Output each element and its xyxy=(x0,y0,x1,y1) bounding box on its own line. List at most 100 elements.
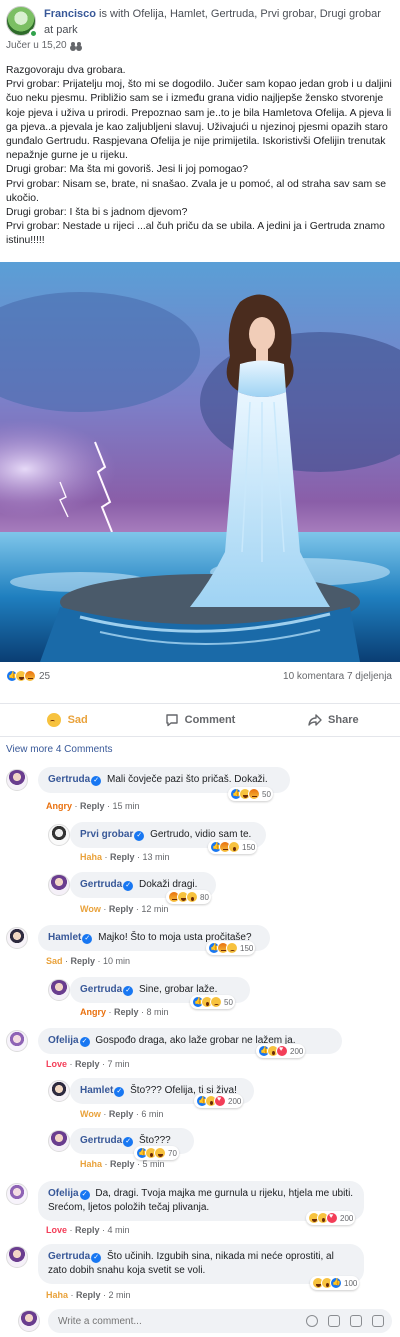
comment-reaction-count: 50 xyxy=(224,997,233,1007)
comment-text: Sine, grobar laže. xyxy=(139,984,218,995)
my-reaction-label[interactable]: Love xyxy=(46,1059,67,1069)
comment-icon xyxy=(165,714,178,727)
reply-link[interactable]: Reply xyxy=(71,956,96,966)
view-more-comments-link[interactable]: View more 4 Comments xyxy=(6,744,113,755)
reply-link[interactable]: Reply xyxy=(110,852,135,862)
reply-link[interactable]: Reply xyxy=(109,904,134,914)
reply-link[interactable]: Reply xyxy=(76,1290,101,1300)
angry-reaction-icon xyxy=(248,788,260,800)
reply-link[interactable]: Reply xyxy=(75,1059,100,1069)
commenter-avatar[interactable] xyxy=(48,1080,70,1102)
reply-link[interactable]: Reply xyxy=(109,1109,134,1119)
share-button[interactable]: Share xyxy=(267,704,400,736)
commenter-name[interactable]: Hamlet xyxy=(80,1085,113,1096)
emoji-icon[interactable] xyxy=(306,1315,318,1327)
commenter-avatar[interactable] xyxy=(6,769,28,791)
sad-reaction-button[interactable]: Sad xyxy=(0,704,133,736)
reaction-summary[interactable]: 25 xyxy=(6,670,50,682)
my-reaction-label[interactable]: Angry xyxy=(46,801,72,811)
comment-reaction-count: 80 xyxy=(200,892,209,902)
comment-text: Gertrudo, vidio sam te. xyxy=(150,829,252,840)
comment-time[interactable]: 2 min xyxy=(109,1290,131,1300)
comment-reactions[interactable]: 80 xyxy=(166,890,211,904)
author-name[interactable]: Francisco xyxy=(44,8,96,20)
comment-button[interactable]: Comment xyxy=(133,704,266,736)
reply-link[interactable]: Reply xyxy=(80,801,105,811)
comment-time[interactable]: 7 min xyxy=(108,1059,130,1069)
sad-icon xyxy=(45,712,62,728)
post-stats: 25 10 komentara 7 djeljenja xyxy=(0,662,400,690)
comment: Hamlet ✓ Majko! Što to moja usta pročitaš… xyxy=(6,925,394,971)
comment: Gertruda ✓ Što učinih. Izgubih sina, nika… xyxy=(6,1244,394,1304)
commenter-name[interactable]: Ofelija xyxy=(48,1188,79,1199)
commenter-name[interactable]: Hamlet xyxy=(48,932,81,943)
commenter-name[interactable]: Gertruda xyxy=(48,774,90,785)
comment-time[interactable]: 8 min xyxy=(147,1007,169,1017)
comment-reactions[interactable]: 70 xyxy=(134,1146,179,1160)
reply-link[interactable]: Reply xyxy=(114,1007,139,1017)
sad-button-label: Sad xyxy=(67,714,88,726)
commenter-avatar[interactable] xyxy=(6,1183,28,1205)
post-image[interactable] xyxy=(0,262,400,662)
my-reaction-label[interactable]: Wow xyxy=(80,1109,101,1119)
sticker-icon[interactable] xyxy=(372,1315,384,1327)
my-reaction-label[interactable]: Wow xyxy=(80,904,101,914)
verified-icon: ✓ xyxy=(79,1037,90,1047)
post-action-bar: Sad Comment Share xyxy=(0,703,400,737)
comment-reactions[interactable]: 100 xyxy=(310,1276,360,1290)
wow-reaction-icon xyxy=(228,841,240,853)
my-reaction-label[interactable]: Love xyxy=(46,1225,67,1235)
comment-reactions[interactable]: 150 xyxy=(206,941,256,955)
comment-time[interactable]: 10 min xyxy=(103,956,130,966)
commenter-avatar[interactable] xyxy=(48,874,70,896)
commenter-avatar[interactable] xyxy=(6,927,28,949)
my-reaction-label[interactable]: Angry xyxy=(80,1007,106,1017)
comment-time[interactable]: 4 min xyxy=(108,1225,130,1235)
camera-icon[interactable] xyxy=(328,1315,340,1327)
comment-reaction-count: 50 xyxy=(262,789,271,799)
comment-time[interactable]: 12 min xyxy=(141,904,168,914)
comment-time[interactable]: 6 min xyxy=(141,1109,163,1119)
commenter-name[interactable]: Gertruda xyxy=(48,1251,90,1262)
comment-reaction-count: 70 xyxy=(168,1148,177,1158)
post-time[interactable]: Jučer u 15,20 xyxy=(6,40,67,51)
reply-link[interactable]: Reply xyxy=(75,1225,100,1235)
commenter-avatar[interactable] xyxy=(6,1246,28,1268)
commenter-name[interactable]: Gertruda xyxy=(80,879,122,890)
comment-time[interactable]: 13 min xyxy=(143,852,170,862)
commenter-avatar[interactable] xyxy=(48,1130,70,1152)
my-reaction-label[interactable]: Haha xyxy=(80,852,102,862)
post-author-line: Francisco is with Ofelija, Hamlet, Gertr… xyxy=(44,6,384,38)
comment: Ofelija ✓ Da, dragi. Tvoja majka me gurnu… xyxy=(6,1181,394,1241)
comment-reactions[interactable]: 50 xyxy=(228,787,273,801)
my-reaction-label[interactable]: Sad xyxy=(46,956,63,966)
reply-link[interactable]: Reply xyxy=(110,1159,135,1169)
comment-reactions[interactable]: 200 xyxy=(194,1094,244,1108)
comment-reply: Prvi grobar✓ Gertrudo, vidio sam te. 150… xyxy=(48,822,394,870)
commenter-avatar[interactable] xyxy=(6,1030,28,1052)
comment-meta: Haha · Reply · 5 min xyxy=(80,1159,165,1169)
comment-composer xyxy=(0,1305,400,1337)
commenter-name[interactable]: Prvi grobar xyxy=(80,829,133,840)
my-reaction-label[interactable]: Haha xyxy=(46,1290,68,1300)
commenter-name[interactable]: Ofelija xyxy=(48,1035,79,1046)
commenter-name[interactable]: Gertruda xyxy=(80,1135,122,1146)
wow-reaction-icon xyxy=(186,891,198,903)
comment-reactions[interactable]: 150 xyxy=(208,840,258,854)
comment-reactions[interactable]: 200 xyxy=(306,1211,356,1225)
commenter-avatar[interactable] xyxy=(48,824,70,846)
comments-shares-count[interactable]: 10 komentara 7 djeljenja xyxy=(283,671,392,682)
comment-time[interactable]: 15 min xyxy=(113,801,140,811)
my-reaction-label[interactable]: Haha xyxy=(80,1159,102,1169)
online-status-dot xyxy=(29,29,38,38)
gif-icon[interactable] xyxy=(350,1315,362,1327)
comment-reactions[interactable]: 50 xyxy=(190,995,235,1009)
comment-time[interactable]: 5 min xyxy=(143,1159,165,1169)
love-reaction-icon xyxy=(326,1212,338,1224)
verified-icon: ✓ xyxy=(82,934,93,944)
haha-reaction-icon xyxy=(154,1147,166,1159)
comment-reactions[interactable]: 200 xyxy=(256,1044,306,1058)
commenter-name[interactable]: Gertruda xyxy=(80,984,122,995)
verified-icon: ✓ xyxy=(79,1190,90,1200)
commenter-avatar[interactable] xyxy=(48,979,70,1001)
